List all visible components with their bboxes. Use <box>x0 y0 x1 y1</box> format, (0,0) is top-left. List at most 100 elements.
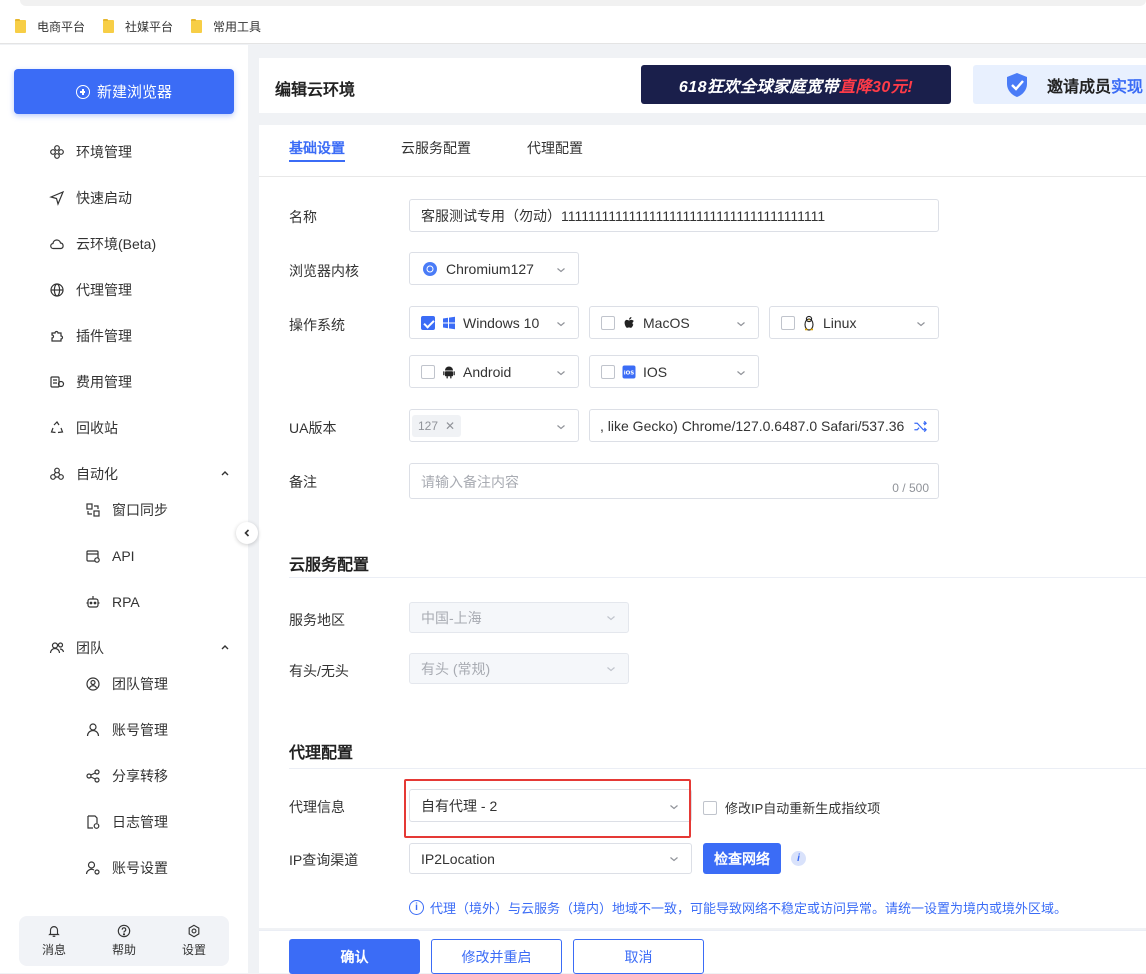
sidebar-item-window-sync[interactable]: 窗口同步 <box>0 495 248 525</box>
check-network-button[interactable]: 检查网络 <box>703 843 781 874</box>
settings-button[interactable]: 设置 <box>159 916 229 966</box>
edit-form: 基础设置 云服务配置 代理配置 名称 客服测试专用（勿动）11111111111… <box>259 125 1146 928</box>
sidebar-item-cloud[interactable]: 云环境(Beta) <box>0 229 248 259</box>
sidebar-item-account-settings[interactable]: 账号设置 <box>0 853 248 883</box>
sidebar-item-environment[interactable]: 环境管理 <box>0 137 248 167</box>
bookmark-tools[interactable]: 常用工具 <box>191 17 261 35</box>
sidebar-item-account[interactable]: 账号管理 <box>0 715 248 745</box>
os-option-label: Windows 10 <box>463 314 540 331</box>
checkbox-checked[interactable] <box>421 315 435 330</box>
sidebar-item-label: 团队 <box>76 640 104 656</box>
os-option-label: Android <box>463 363 512 380</box>
shuffle-icon[interactable] <box>913 419 928 434</box>
sidebar-item-label: 团队管理 <box>112 676 168 692</box>
ip-channel-select[interactable]: IP2Location <box>409 843 692 874</box>
folder-icon <box>191 18 202 33</box>
sidebar-item-proxy[interactable]: 代理管理 <box>0 275 248 305</box>
sidebar-item-recycle[interactable]: 回收站 <box>0 413 248 443</box>
promo-banner-broadband[interactable]: 618狂欢全球家庭宽带 直降30元! <box>641 65 951 104</box>
tab-cloud-service[interactable]: 云服务配置 <box>401 138 471 158</box>
sidebar-item-quick-start[interactable]: 快速启动 <box>0 183 248 213</box>
shield-check-icon <box>1007 72 1027 97</box>
kernel-value: Chromium127 <box>446 260 534 277</box>
chevron-down-icon <box>737 371 745 376</box>
region-select[interactable]: 中国-上海 <box>409 602 629 633</box>
puzzle-icon <box>49 328 65 344</box>
section-divider <box>289 577 1146 578</box>
close-icon[interactable]: ✕ <box>445 419 455 433</box>
ua-string-input[interactable]: , like Gecko) Chrome/127.0.6487.0 Safari… <box>589 409 939 442</box>
headless-value: 有头 (常规) <box>421 660 491 677</box>
os-option-ios[interactable]: iOS IOS <box>589 355 759 388</box>
page-title: 编辑云环境 <box>275 82 356 99</box>
new-browser-button[interactable]: 新建浏览器 <box>14 69 234 114</box>
sidebar-item-label: 日志管理 <box>112 814 168 830</box>
cancel-button[interactable]: 取消 <box>573 939 704 974</box>
checkbox-unchecked[interactable] <box>421 364 435 379</box>
linux-icon <box>804 315 814 331</box>
name-value: 客服测试专用（勿动）111111111111111111111111111111… <box>421 207 826 224</box>
cloud-icon <box>49 236 65 252</box>
bookmark-social[interactable]: 社媒平台 <box>103 17 173 35</box>
chevron-up-icon <box>221 645 229 650</box>
sidebar-item-label: RPA <box>112 594 140 610</box>
sidebar-item-label: 分享转移 <box>112 768 168 784</box>
sidebar-item-rpa[interactable]: RPA <box>0 587 248 617</box>
folder-icon <box>103 18 114 33</box>
tab-proxy[interactable]: 代理配置 <box>527 138 583 158</box>
remark-placeholder: 请输入备注内容 <box>421 474 519 490</box>
check-network-label: 检查网络 <box>714 850 770 867</box>
ua-version-select[interactable]: 127 ✕ <box>409 409 579 442</box>
os-option-macos[interactable]: MacOS <box>589 306 759 339</box>
sidebar-item-label: 账号设置 <box>112 860 168 876</box>
checkbox-unchecked[interactable] <box>703 800 717 815</box>
sidebar-item-team-manage[interactable]: 团队管理 <box>0 669 248 699</box>
save-restart-button[interactable]: 修改并重启 <box>431 939 562 974</box>
info-icon[interactable]: i <box>791 851 806 866</box>
messages-button[interactable]: 消息 <box>19 916 89 966</box>
robot-icon <box>85 594 101 610</box>
bookmark-label: 常用工具 <box>213 19 262 34</box>
confirm-button[interactable]: 确认 <box>289 939 420 974</box>
os-option-label: IOS <box>643 363 668 380</box>
os-label: 操作系统 <box>289 317 345 333</box>
chevron-down-icon <box>917 322 925 327</box>
bookmark-label: 社媒平台 <box>125 19 174 34</box>
sidebar-item-automation[interactable]: 自动化 <box>0 459 248 489</box>
checkbox-unchecked[interactable] <box>781 315 795 330</box>
regen-fingerprint-option[interactable]: 修改IP自动重新生成指纹项 <box>703 798 880 817</box>
headless-select[interactable]: 有头 (常规) <box>409 653 629 684</box>
remark-textarea[interactable]: 请输入备注内容 0 / 500 <box>409 463 939 499</box>
environment-icon <box>49 144 65 160</box>
os-option-linux[interactable]: Linux <box>769 306 939 339</box>
sidebar-item-billing[interactable]: 费用管理 <box>0 367 248 397</box>
os-option-windows[interactable]: Windows 10 <box>409 306 579 339</box>
sidebar-item-share[interactable]: 分享转移 <box>0 761 248 791</box>
ua-tag-value: 127 <box>418 418 439 433</box>
kernel-select[interactable]: Chromium127 <box>409 252 579 285</box>
region-warning: i 代理（境外）与云服务（境内）地域不一致，可能导致网络不稳定或访问异常。请统一… <box>409 898 1067 917</box>
user-icon <box>85 722 101 738</box>
proxy-info-label: 代理信息 <box>289 799 345 815</box>
sidebar-item-logs[interactable]: 日志管理 <box>0 807 248 837</box>
chevron-down-icon <box>670 857 678 862</box>
folder-icon <box>15 18 26 33</box>
sidebar-item-plugins[interactable]: 插件管理 <box>0 321 248 351</box>
collapse-sidebar-button[interactable] <box>236 522 258 544</box>
tab-basic-settings[interactable]: 基础设置 <box>289 138 345 158</box>
bookmark-ecommerce[interactable]: 电商平台 <box>15 17 85 35</box>
sidebar-item-team[interactable]: 团队 <box>0 633 248 663</box>
name-input[interactable]: 客服测试专用（勿动）111111111111111111111111111111… <box>409 199 939 232</box>
banner-text: 618狂欢全球家庭宽带 <box>678 78 840 96</box>
help-button[interactable]: 帮助 <box>89 916 159 966</box>
chevron-down-icon <box>557 268 565 273</box>
log-icon <box>85 814 101 830</box>
promo-banner-invite[interactable]: 邀请成员 实现 <box>973 65 1146 104</box>
checkbox-unchecked[interactable] <box>601 315 615 330</box>
os-option-android[interactable]: Android <box>409 355 579 388</box>
cloud-section-title: 云服务配置 <box>289 557 370 574</box>
sidebar-item-api[interactable]: API <box>0 541 248 571</box>
checkbox-unchecked[interactable] <box>601 364 615 379</box>
settings-icon <box>188 924 200 938</box>
svg-text:iOS: iOS <box>624 370 635 376</box>
